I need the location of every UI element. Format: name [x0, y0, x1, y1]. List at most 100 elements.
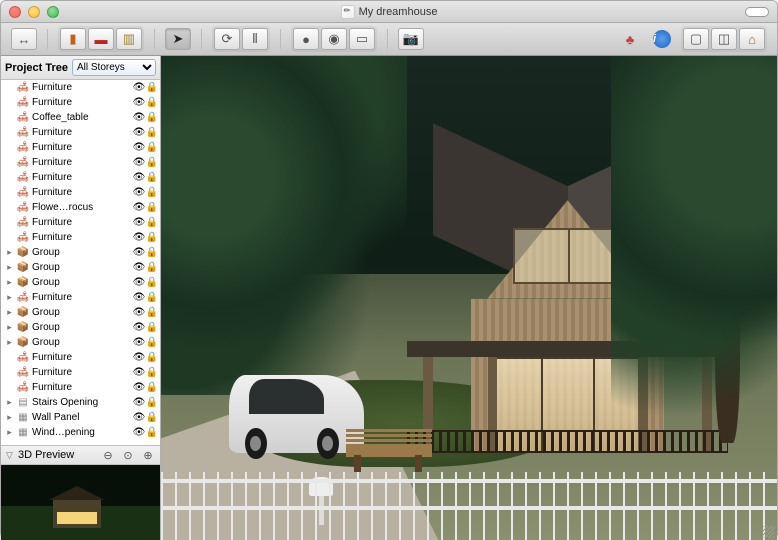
- lock-icon[interactable]: 🔒: [146, 412, 158, 424]
- 3d-viewport[interactable]: [161, 56, 777, 540]
- lock-icon[interactable]: 🔒: [146, 232, 158, 244]
- lock-icon[interactable]: 🔒: [146, 292, 158, 304]
- project-tree[interactable]: 🛋Furniture👁🔒🛋Furniture👁🔒🛋Coffee_table👁🔒🛋…: [1, 80, 160, 445]
- tree-item[interactable]: ▸▦Wall Panel👁🔒: [1, 410, 160, 425]
- lock-icon[interactable]: 🔒: [146, 427, 158, 439]
- minimize-window-button[interactable]: [28, 6, 40, 18]
- zoom-fit-button[interactable]: ⊙: [120, 448, 136, 462]
- visibility-icon[interactable]: 👁: [133, 97, 145, 109]
- visibility-icon[interactable]: 👁: [133, 322, 145, 334]
- lock-icon[interactable]: 🔒: [146, 367, 158, 379]
- select-tool-button[interactable]: ➤: [165, 28, 191, 50]
- visibility-icon[interactable]: 👁: [133, 262, 145, 274]
- tree-item[interactable]: 🛋Furniture👁🔒: [1, 350, 160, 365]
- disclosure-icon[interactable]: ▸: [5, 397, 14, 408]
- toolbar-toggle-pill[interactable]: [745, 7, 769, 17]
- visibility-icon[interactable]: 👁: [133, 427, 145, 439]
- tree-item[interactable]: ▸📦Group👁🔒: [1, 305, 160, 320]
- disclosure-icon[interactable]: ▸: [5, 247, 14, 258]
- visibility-icon[interactable]: 👁: [133, 382, 145, 394]
- tree-item[interactable]: ▸▤Stairs Opening👁🔒: [1, 395, 160, 410]
- lock-icon[interactable]: 🔒: [146, 382, 158, 394]
- lock-icon[interactable]: 🔒: [146, 82, 158, 94]
- visibility-icon[interactable]: 👁: [133, 142, 145, 154]
- zoom-in-button[interactable]: ⊕: [140, 448, 156, 462]
- visibility-icon[interactable]: 👁: [133, 337, 145, 349]
- tree-item[interactable]: 🛋Furniture👁🔒: [1, 95, 160, 110]
- furniture-button[interactable]: ▬: [88, 28, 114, 50]
- tree-item[interactable]: 🛋Furniture👁🔒: [1, 365, 160, 380]
- lock-icon[interactable]: 🔒: [146, 307, 158, 319]
- materials-button[interactable]: ▥: [116, 28, 142, 50]
- record-button[interactable]: ●: [293, 28, 319, 50]
- lock-icon[interactable]: 🔒: [146, 352, 158, 364]
- tree-item[interactable]: 🛋Coffee_table👁🔒: [1, 110, 160, 125]
- visibility-icon[interactable]: 👁: [133, 247, 145, 259]
- visibility-icon[interactable]: 👁: [133, 367, 145, 379]
- resize-handle[interactable]: [763, 526, 775, 538]
- lock-icon[interactable]: 🔒: [146, 97, 158, 109]
- disclosure-icon[interactable]: ▸: [5, 322, 14, 333]
- lock-icon[interactable]: 🔒: [146, 157, 158, 169]
- info-button[interactable]: i: [649, 28, 675, 50]
- lock-icon[interactable]: 🔒: [146, 397, 158, 409]
- visibility-icon[interactable]: 👁: [133, 127, 145, 139]
- camera-path-button[interactable]: ▭: [349, 28, 375, 50]
- visibility-icon[interactable]: 👁: [133, 307, 145, 319]
- lock-icon[interactable]: 🔒: [146, 262, 158, 274]
- snapshot-button[interactable]: 📷: [398, 28, 424, 50]
- tree-item[interactable]: 🛋Furniture👁🔒: [1, 185, 160, 200]
- lock-icon[interactable]: 🔒: [146, 172, 158, 184]
- tree-item[interactable]: 🛋Furniture👁🔒: [1, 170, 160, 185]
- layout-split-button[interactable]: ◫: [711, 28, 737, 50]
- disclosure-icon[interactable]: ▸: [5, 307, 14, 318]
- tree-item[interactable]: ▸📦Group👁🔒: [1, 335, 160, 350]
- disclosure-icon[interactable]: ▸: [5, 277, 14, 288]
- layout-2d-button[interactable]: ▢: [683, 28, 709, 50]
- zoom-out-button[interactable]: ⊖: [100, 448, 116, 462]
- tree-item[interactable]: 🛋Flowe…rocus👁🔒: [1, 200, 160, 215]
- disclosure-icon[interactable]: ▸: [5, 292, 14, 303]
- tree-item[interactable]: ▸📦Group👁🔒: [1, 275, 160, 290]
- visibility-icon[interactable]: 👁: [133, 412, 145, 424]
- lock-icon[interactable]: 🔒: [146, 127, 158, 139]
- tree-item[interactable]: 🛋Furniture👁🔒: [1, 215, 160, 230]
- lock-icon[interactable]: 🔒: [146, 217, 158, 229]
- preview-eye-button[interactable]: ◉: [321, 28, 347, 50]
- close-window-button[interactable]: [9, 6, 21, 18]
- visibility-icon[interactable]: 👁: [133, 217, 145, 229]
- preview-disclosure-icon[interactable]: ▽: [5, 450, 14, 461]
- lock-icon[interactable]: 🔒: [146, 187, 158, 199]
- visibility-icon[interactable]: 👁: [133, 202, 145, 214]
- disclosure-icon[interactable]: ▸: [5, 427, 14, 438]
- tree-item[interactable]: 🛋Furniture👁🔒: [1, 230, 160, 245]
- zoom-window-button[interactable]: [47, 6, 59, 18]
- disclosure-icon[interactable]: ▸: [5, 262, 14, 273]
- tree-item[interactable]: ▸📦Group👁🔒: [1, 245, 160, 260]
- preview-thumbnail[interactable]: [1, 465, 160, 540]
- library-button[interactable]: ▮: [60, 28, 86, 50]
- lock-icon[interactable]: 🔒: [146, 112, 158, 124]
- layout-3d-button[interactable]: ⌂: [739, 28, 765, 50]
- visibility-icon[interactable]: 👁: [133, 397, 145, 409]
- lock-icon[interactable]: 🔒: [146, 322, 158, 334]
- lock-icon[interactable]: 🔒: [146, 277, 158, 289]
- lock-icon[interactable]: 🔒: [146, 202, 158, 214]
- back-forward-button[interactable]: ↔: [11, 28, 37, 50]
- tree-item[interactable]: ▸🛋Furniture👁🔒: [1, 290, 160, 305]
- visibility-icon[interactable]: 👁: [133, 352, 145, 364]
- rotate-button[interactable]: ⟳: [214, 28, 240, 50]
- storey-selector[interactable]: All Storeys: [72, 59, 156, 76]
- tree-item[interactable]: 🛋Furniture👁🔒: [1, 125, 160, 140]
- distribute-button[interactable]: ⫴: [242, 28, 268, 50]
- disclosure-icon[interactable]: ▸: [5, 337, 14, 348]
- disclosure-icon[interactable]: ▸: [5, 412, 14, 423]
- lock-icon[interactable]: 🔒: [146, 337, 158, 349]
- tree-item[interactable]: 🛋Furniture👁🔒: [1, 380, 160, 395]
- share-button[interactable]: ♣: [617, 28, 643, 50]
- visibility-icon[interactable]: 👁: [133, 292, 145, 304]
- tree-item[interactable]: ▸▦Wind…pening👁🔒: [1, 425, 160, 440]
- visibility-icon[interactable]: 👁: [133, 112, 145, 124]
- visibility-icon[interactable]: 👁: [133, 187, 145, 199]
- lock-icon[interactable]: 🔒: [146, 142, 158, 154]
